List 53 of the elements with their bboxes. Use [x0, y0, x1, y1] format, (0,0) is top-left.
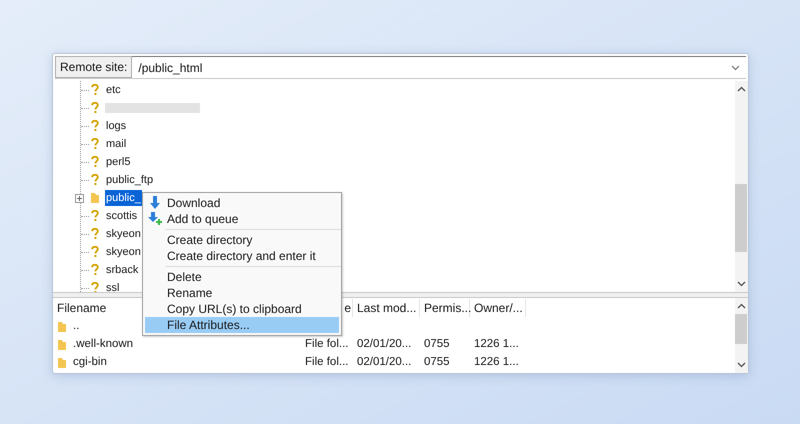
table-cell-text: 0755: [424, 337, 450, 352]
remote-site-label: Remote site:: [55, 56, 132, 78]
menu-item[interactable]: Copy URL(s) to clipboard: [145, 301, 339, 317]
dropdown-icon[interactable]: [731, 64, 740, 71]
menu-item[interactable]: Create directory: [145, 232, 339, 248]
scroll-down-icon[interactable]: [737, 360, 746, 369]
question-mark-icon: [91, 120, 99, 132]
menu-item[interactable]: Add to queue: [145, 211, 339, 227]
table-cell-text: .well-known: [73, 337, 134, 352]
scroll-up-icon[interactable]: [737, 85, 746, 94]
folder-icon: [57, 339, 67, 351]
down-arrow-icon: [149, 196, 161, 210]
table-cell-text: File fol...: [305, 337, 348, 352]
down-arrow-plus-icon: [148, 212, 162, 226]
scroll-thumb[interactable]: [735, 184, 747, 252]
remote-site-field[interactable]: /public_html: [132, 56, 746, 78]
question-mark-icon: [91, 264, 99, 276]
question-mark-icon: [91, 174, 99, 186]
table-cell-text: 02/01/20...: [357, 355, 412, 370]
menu-item[interactable]: Rename: [145, 285, 339, 301]
table-cell-text: 1226 1...: [474, 337, 519, 352]
scrollbar[interactable]: [735, 298, 748, 373]
scroll-down-icon[interactable]: [737, 279, 746, 288]
question-mark-icon: [91, 246, 99, 258]
table-cell-text: 02/01/20...: [357, 337, 412, 352]
scrollbar[interactable]: [735, 81, 748, 292]
folder-icon: [57, 321, 67, 333]
scroll-up-icon[interactable]: [737, 302, 746, 311]
question-mark-icon: [91, 228, 99, 240]
table-cell-text: cgi-bin: [73, 355, 107, 370]
menu-item[interactable]: Download: [145, 195, 339, 211]
remote-site-value: /public_html: [138, 60, 202, 76]
table-cell-text: ..: [73, 319, 80, 334]
menu-item[interactable]: Delete: [145, 269, 339, 285]
folder-icon: [90, 192, 100, 204]
expand-icon[interactable]: [75, 194, 84, 202]
question-mark-icon: [91, 138, 99, 150]
menu-item[interactable]: Create directory and enter it: [145, 248, 339, 264]
question-mark-icon: [91, 156, 99, 168]
table-cell-text: 0755: [424, 355, 450, 370]
column-header[interactable]: Permis...: [420, 299, 470, 317]
scroll-thumb[interactable]: [735, 314, 747, 344]
table-cell-text: File fol...: [305, 355, 348, 370]
menu-item[interactable]: File Attributes...: [145, 317, 339, 333]
tree-item[interactable]: public_: [105, 190, 142, 206]
question-mark-icon: [91, 84, 99, 96]
question-mark-icon: [91, 282, 99, 292]
table-cell-text: 1226 1...: [474, 355, 519, 370]
question-mark-icon: [91, 210, 99, 222]
question-mark-icon: [91, 102, 99, 114]
column-header[interactable]: Last mod...: [353, 299, 420, 317]
column-header[interactable]: Owner/...: [470, 299, 526, 317]
folder-icon: [57, 357, 67, 369]
